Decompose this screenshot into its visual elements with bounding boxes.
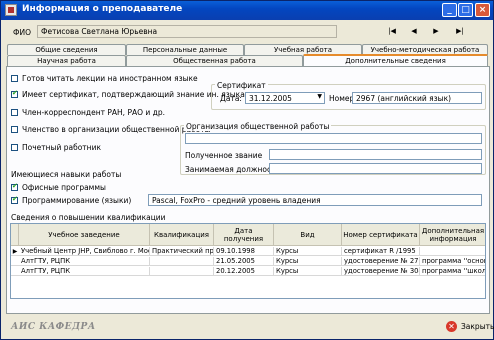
col-cert-number[interactable]: Номер сертификата: [342, 224, 420, 246]
nav-first-button[interactable]: |◀: [382, 25, 402, 38]
certificate-number-field[interactable]: 2967 (английский язык): [352, 92, 482, 104]
position-label: Занимаемая должность: [185, 165, 280, 174]
programming-field[interactable]: Pascal, FoxPro - средний уровень владени…: [148, 194, 482, 206]
title-bar: Информация о преподавателе _ □ ×: [1, 1, 493, 20]
cell-extra-info: [420, 247, 485, 256]
col-qualification[interactable]: Квалификация: [150, 224, 214, 246]
qualification-table[interactable]: Учебное заведение Квалификация Дата полу…: [10, 223, 486, 299]
close-button-label: Закрыть: [461, 322, 494, 331]
col-institution[interactable]: Учебное заведение: [19, 224, 150, 246]
nav-prev-button[interactable]: ◀: [404, 25, 424, 38]
col-date[interactable]: Дата получения: [214, 224, 274, 246]
brand-logo: АИС КАФЕДРА: [11, 322, 96, 332]
cell-date: 21.05.2005: [214, 257, 274, 266]
title-received-label: Полученное звание: [185, 151, 263, 160]
org-field[interactable]: [185, 133, 482, 144]
cell-institution: АлтГТУ, РЦПК: [19, 267, 150, 276]
org-member-checkbox[interactable]: [11, 126, 18, 133]
certificate-date-value: 31.12.2005: [249, 94, 292, 103]
cell-qualification: [150, 267, 214, 276]
cell-extra-info: программа ''основ: [422, 257, 486, 265]
programming-checkbox[interactable]: [11, 195, 18, 204]
cell-type: Курсы: [274, 247, 342, 256]
lectures-foreign-label: Готов читать лекции на иностранном языке: [22, 74, 198, 83]
skills-label: Имеющиеся навыки работы: [11, 170, 122, 179]
cell-date: 20.12.2005: [214, 267, 274, 276]
cell-type: Курсы: [274, 267, 342, 276]
nav-next-button[interactable]: ▶: [426, 25, 446, 38]
position-field[interactable]: [269, 163, 482, 174]
fio-label: ФИО: [13, 28, 31, 37]
window-title: Информация о преподавателе: [22, 4, 183, 14]
certificate-date-label: Дата:: [220, 94, 242, 103]
fio-field: Фетисова Светлана Юрьевна: [37, 25, 337, 38]
close-window-button[interactable]: ×: [475, 3, 490, 17]
col-type[interactable]: Вид: [274, 224, 342, 246]
row-pointer-icon: ▶: [12, 248, 18, 255]
tab-additional[interactable]: Дополнительные сведения: [303, 54, 488, 66]
chevron-down-icon[interactable]: ▼: [317, 93, 322, 100]
cell-institution: Учебный Центр JHP, Свиблово г. Москва: [21, 247, 150, 256]
close-button[interactable]: ✕ Закрыть: [442, 319, 494, 335]
tab-social[interactable]: Общественная работа: [126, 55, 303, 66]
tab-panel: Готов читать лекции на иностранном языке…: [6, 66, 490, 314]
cell-date: 09.10.1998: [214, 247, 274, 256]
certificate-checkbox[interactable]: [11, 89, 18, 98]
cell-cert-number: удостоверение № 2758: [344, 257, 420, 266]
close-icon: ✕: [446, 321, 457, 332]
certificate-group-title: Сертификат: [215, 81, 268, 90]
corr-member-label: Член-корреспондент РАН, РАО и др.: [22, 108, 165, 117]
tab-general[interactable]: Общие сведения: [7, 44, 126, 55]
table-header: Учебное заведение Квалификация Дата полу…: [11, 224, 485, 246]
table-row[interactable]: ▶ Учебный Центр JHP, Свиблово г. Москва …: [11, 247, 485, 256]
cell-qualification: Практический прогр: [152, 247, 214, 256]
maximize-button[interactable]: □: [458, 3, 473, 17]
office-label: Офисные программы: [22, 183, 106, 192]
row-indicator-header: [11, 224, 19, 246]
lectures-foreign-checkbox[interactable]: [11, 75, 18, 82]
certificate-date-field[interactable]: 31.12.2005 ▼: [245, 92, 325, 104]
cell-institution: АлтГТУ, РЦПК: [19, 257, 150, 266]
minimize-button[interactable]: _: [442, 3, 457, 17]
app-icon: [5, 4, 17, 16]
col-extra-info[interactable]: Дополнительная информация: [420, 224, 485, 246]
tab-science[interactable]: Научная работа: [7, 55, 126, 66]
main-window: Информация о преподавателе _ □ × ФИО Фет…: [0, 0, 494, 340]
table-row[interactable]: АлтГТУ, РЦПК 21.05.2005 Курсы удостовере…: [11, 257, 485, 266]
cell-cert-number: удостоверение № 3049: [344, 267, 420, 276]
tab-personal[interactable]: Персональные данные: [126, 44, 244, 55]
cell-type: Курсы: [274, 257, 342, 266]
honorary-checkbox[interactable]: [11, 144, 18, 151]
cell-cert-number: сертификат R /1995: [342, 247, 420, 256]
nav-last-button[interactable]: ▶|: [450, 25, 470, 38]
honorary-label: Почетный работник: [22, 143, 101, 152]
office-checkbox[interactable]: [11, 182, 18, 191]
table-row[interactable]: АлтГТУ, РЦПК 20.12.2005 Курсы удостовере…: [11, 267, 485, 276]
qualification-label: Сведения о повышении квалификации: [11, 213, 166, 222]
title-received-field[interactable]: [269, 149, 482, 160]
cell-qualification: [150, 257, 214, 266]
cell-extra-info: программа ''школа: [422, 267, 486, 275]
corr-member-checkbox[interactable]: [11, 109, 18, 116]
programming-label: Программирование (языки): [22, 196, 132, 205]
org-group-title: Организация общественной работы: [184, 122, 332, 131]
